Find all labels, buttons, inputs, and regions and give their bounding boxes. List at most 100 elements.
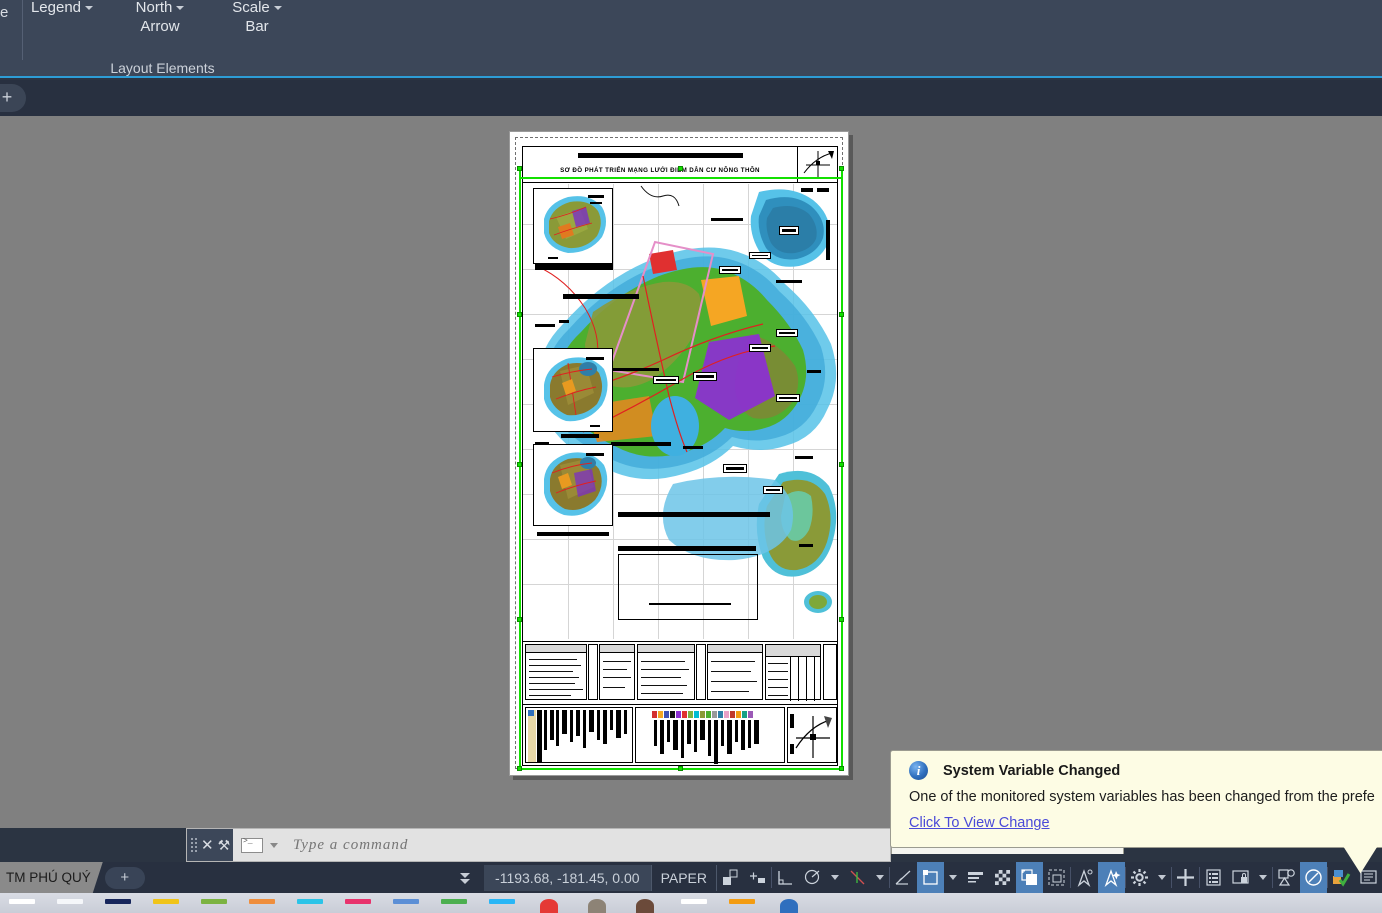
polar-tracking-icon[interactable] — [799, 862, 826, 893]
lineweight-icon[interactable] — [962, 862, 989, 893]
system-variable-notification[interactable]: i System Variable Changed One of the mon… — [890, 750, 1382, 848]
graphics-performance-icon[interactable] — [1300, 862, 1327, 893]
scale-bar-button[interactable]: Scale Bar — [222, 0, 292, 36]
space-mode-toggle[interactable]: PAPER — [651, 864, 717, 891]
taskbar-item[interactable] — [0, 893, 48, 913]
command-input[interactable] — [283, 836, 890, 854]
grip-handle[interactable] — [839, 312, 844, 317]
app-icon-16 — [780, 899, 798, 913]
new-drawing-tab-button[interactable]: + — [0, 84, 26, 112]
taskbar-item[interactable] — [432, 893, 480, 913]
taskbar-item[interactable] — [480, 893, 528, 913]
map-callout-label — [749, 344, 771, 352]
grip-handle[interactable] — [839, 166, 844, 171]
model-space-icon[interactable] — [717, 862, 744, 893]
taskbar-item[interactable] — [624, 893, 672, 913]
grip-handle[interactable] — [678, 166, 683, 171]
ortho-mode-icon[interactable] — [772, 862, 799, 893]
taskbar-item[interactable] — [288, 893, 336, 913]
taskbar-item[interactable] — [144, 893, 192, 913]
annotation-bar — [801, 188, 813, 192]
chevron-down-icon[interactable] — [1259, 875, 1267, 880]
annotation-bar — [563, 294, 639, 299]
taskbar-item[interactable] — [768, 893, 816, 913]
data-table — [637, 644, 695, 700]
chevron-down-icon[interactable] — [176, 6, 185, 10]
scale-bar-label-line2: Bar — [245, 18, 269, 35]
legend-panel-left — [525, 707, 633, 763]
3d-object-snap-icon[interactable] — [1043, 862, 1070, 893]
command-line-grip[interactable]: ✕ ⚒ — [187, 829, 233, 861]
command-prompt-icon[interactable] — [241, 837, 263, 853]
map-callout-label — [693, 372, 717, 381]
drawing-frame: SƠ ĐỒ PHÁT TRIỂN MẠNG LƯỚI ĐIỂM DÂN CƯ N… — [522, 146, 838, 766]
layout-overflow-button[interactable] — [452, 862, 478, 893]
chevron-down-icon[interactable] — [876, 875, 884, 880]
data-table-col — [696, 644, 706, 700]
notification-title: System Variable Changed — [943, 763, 1121, 779]
viewport-list-icon[interactable] — [1200, 862, 1227, 893]
grip-handle[interactable] — [517, 462, 522, 467]
isolate-objects-icon[interactable] — [1273, 862, 1300, 893]
viewport-edge-top — [519, 177, 843, 179]
grip-handle[interactable] — [517, 766, 522, 771]
close-icon[interactable]: ✕ — [201, 836, 214, 854]
layout-tab-tm-phu-quy[interactable]: TM PHÚ QUÝ — [0, 862, 103, 893]
inset-map-3 — [533, 444, 613, 526]
annotation-visibility-icon[interactable] — [917, 862, 944, 893]
view-change-link[interactable]: Click To View Change — [909, 815, 1050, 831]
annotation-bar — [535, 324, 555, 327]
taskbar-item[interactable] — [336, 893, 384, 913]
grip-handle[interactable] — [839, 766, 844, 771]
taskbar-item[interactable] — [576, 893, 624, 913]
map-viewport — [523, 184, 837, 639]
drawing-canvas[interactable]: SƠ ĐỒ PHÁT TRIỂN MẠNG LƯỚI ĐIỂM DÂN CƯ N… — [0, 116, 1382, 828]
transparency-icon[interactable] — [989, 862, 1016, 893]
grip-handle[interactable] — [517, 312, 522, 317]
taskbar-item[interactable] — [240, 893, 288, 913]
taskbar-item[interactable] — [96, 893, 144, 913]
grip-handle[interactable] — [839, 462, 844, 467]
paper-sheet[interactable]: SƠ ĐỒ PHÁT TRIỂN MẠNG LƯỚI ĐIỂM DÂN CƯ N… — [509, 131, 849, 776]
file-tab-strip: + — [0, 80, 1382, 116]
annotation-bar — [561, 434, 599, 438]
grip-handle[interactable] — [517, 617, 522, 622]
selection-cycling-icon[interactable] — [1016, 862, 1043, 893]
chevron-down-icon[interactable] — [85, 6, 94, 10]
taskbar-item[interactable] — [720, 893, 768, 913]
data-tables-strip — [523, 641, 837, 703]
grip-handle[interactable] — [678, 766, 683, 771]
add-layout-button[interactable]: + — [104, 866, 145, 889]
drag-handle-icon[interactable] — [191, 838, 197, 852]
chevron-down-icon[interactable] — [270, 842, 278, 848]
annotation-bar — [683, 446, 703, 449]
app-icon-10 — [489, 899, 515, 904]
notes-frame — [618, 554, 758, 620]
customize-wrench-icon[interactable]: ⚒ — [218, 837, 231, 854]
taskbar-item[interactable] — [672, 893, 720, 913]
chevron-down-icon[interactable] — [273, 6, 282, 10]
workspace-gear-icon[interactable] — [1126, 862, 1153, 893]
viewport-lock-icon[interactable] — [1227, 862, 1254, 893]
command-line-bar[interactable]: ✕ ⚒ — [186, 828, 891, 862]
chevron-down-icon[interactable] — [949, 875, 957, 880]
grip-handle[interactable] — [839, 617, 844, 622]
legend-button[interactable]: Legend — [28, 0, 96, 17]
taskbar-item[interactable] — [192, 893, 240, 913]
taskbar-item[interactable] — [528, 893, 576, 913]
snap-mode-icon[interactable] — [744, 862, 771, 893]
dynamic-ucs-icon[interactable] — [1071, 862, 1098, 893]
chevron-down-icon[interactable] — [1158, 875, 1166, 880]
selection-filter-icon[interactable] — [1098, 862, 1125, 893]
grip-handle[interactable] — [517, 166, 522, 171]
annotation-scale-icon[interactable] — [1172, 862, 1199, 893]
object-snap-toggle-icon[interactable] — [844, 862, 871, 893]
chevron-down-icon[interactable] — [831, 875, 839, 880]
object-snap-tracking-icon[interactable] — [890, 862, 917, 893]
taskbar-item[interactable] — [48, 893, 96, 913]
windows-taskbar[interactable] — [0, 893, 1382, 913]
north-arrow-button[interactable]: North Arrow — [124, 0, 196, 36]
inset-label-bar — [588, 195, 604, 198]
taskbar-item[interactable] — [384, 893, 432, 913]
coordinates-display[interactable]: -1193.68, -181.45, 0.00 — [484, 864, 652, 891]
